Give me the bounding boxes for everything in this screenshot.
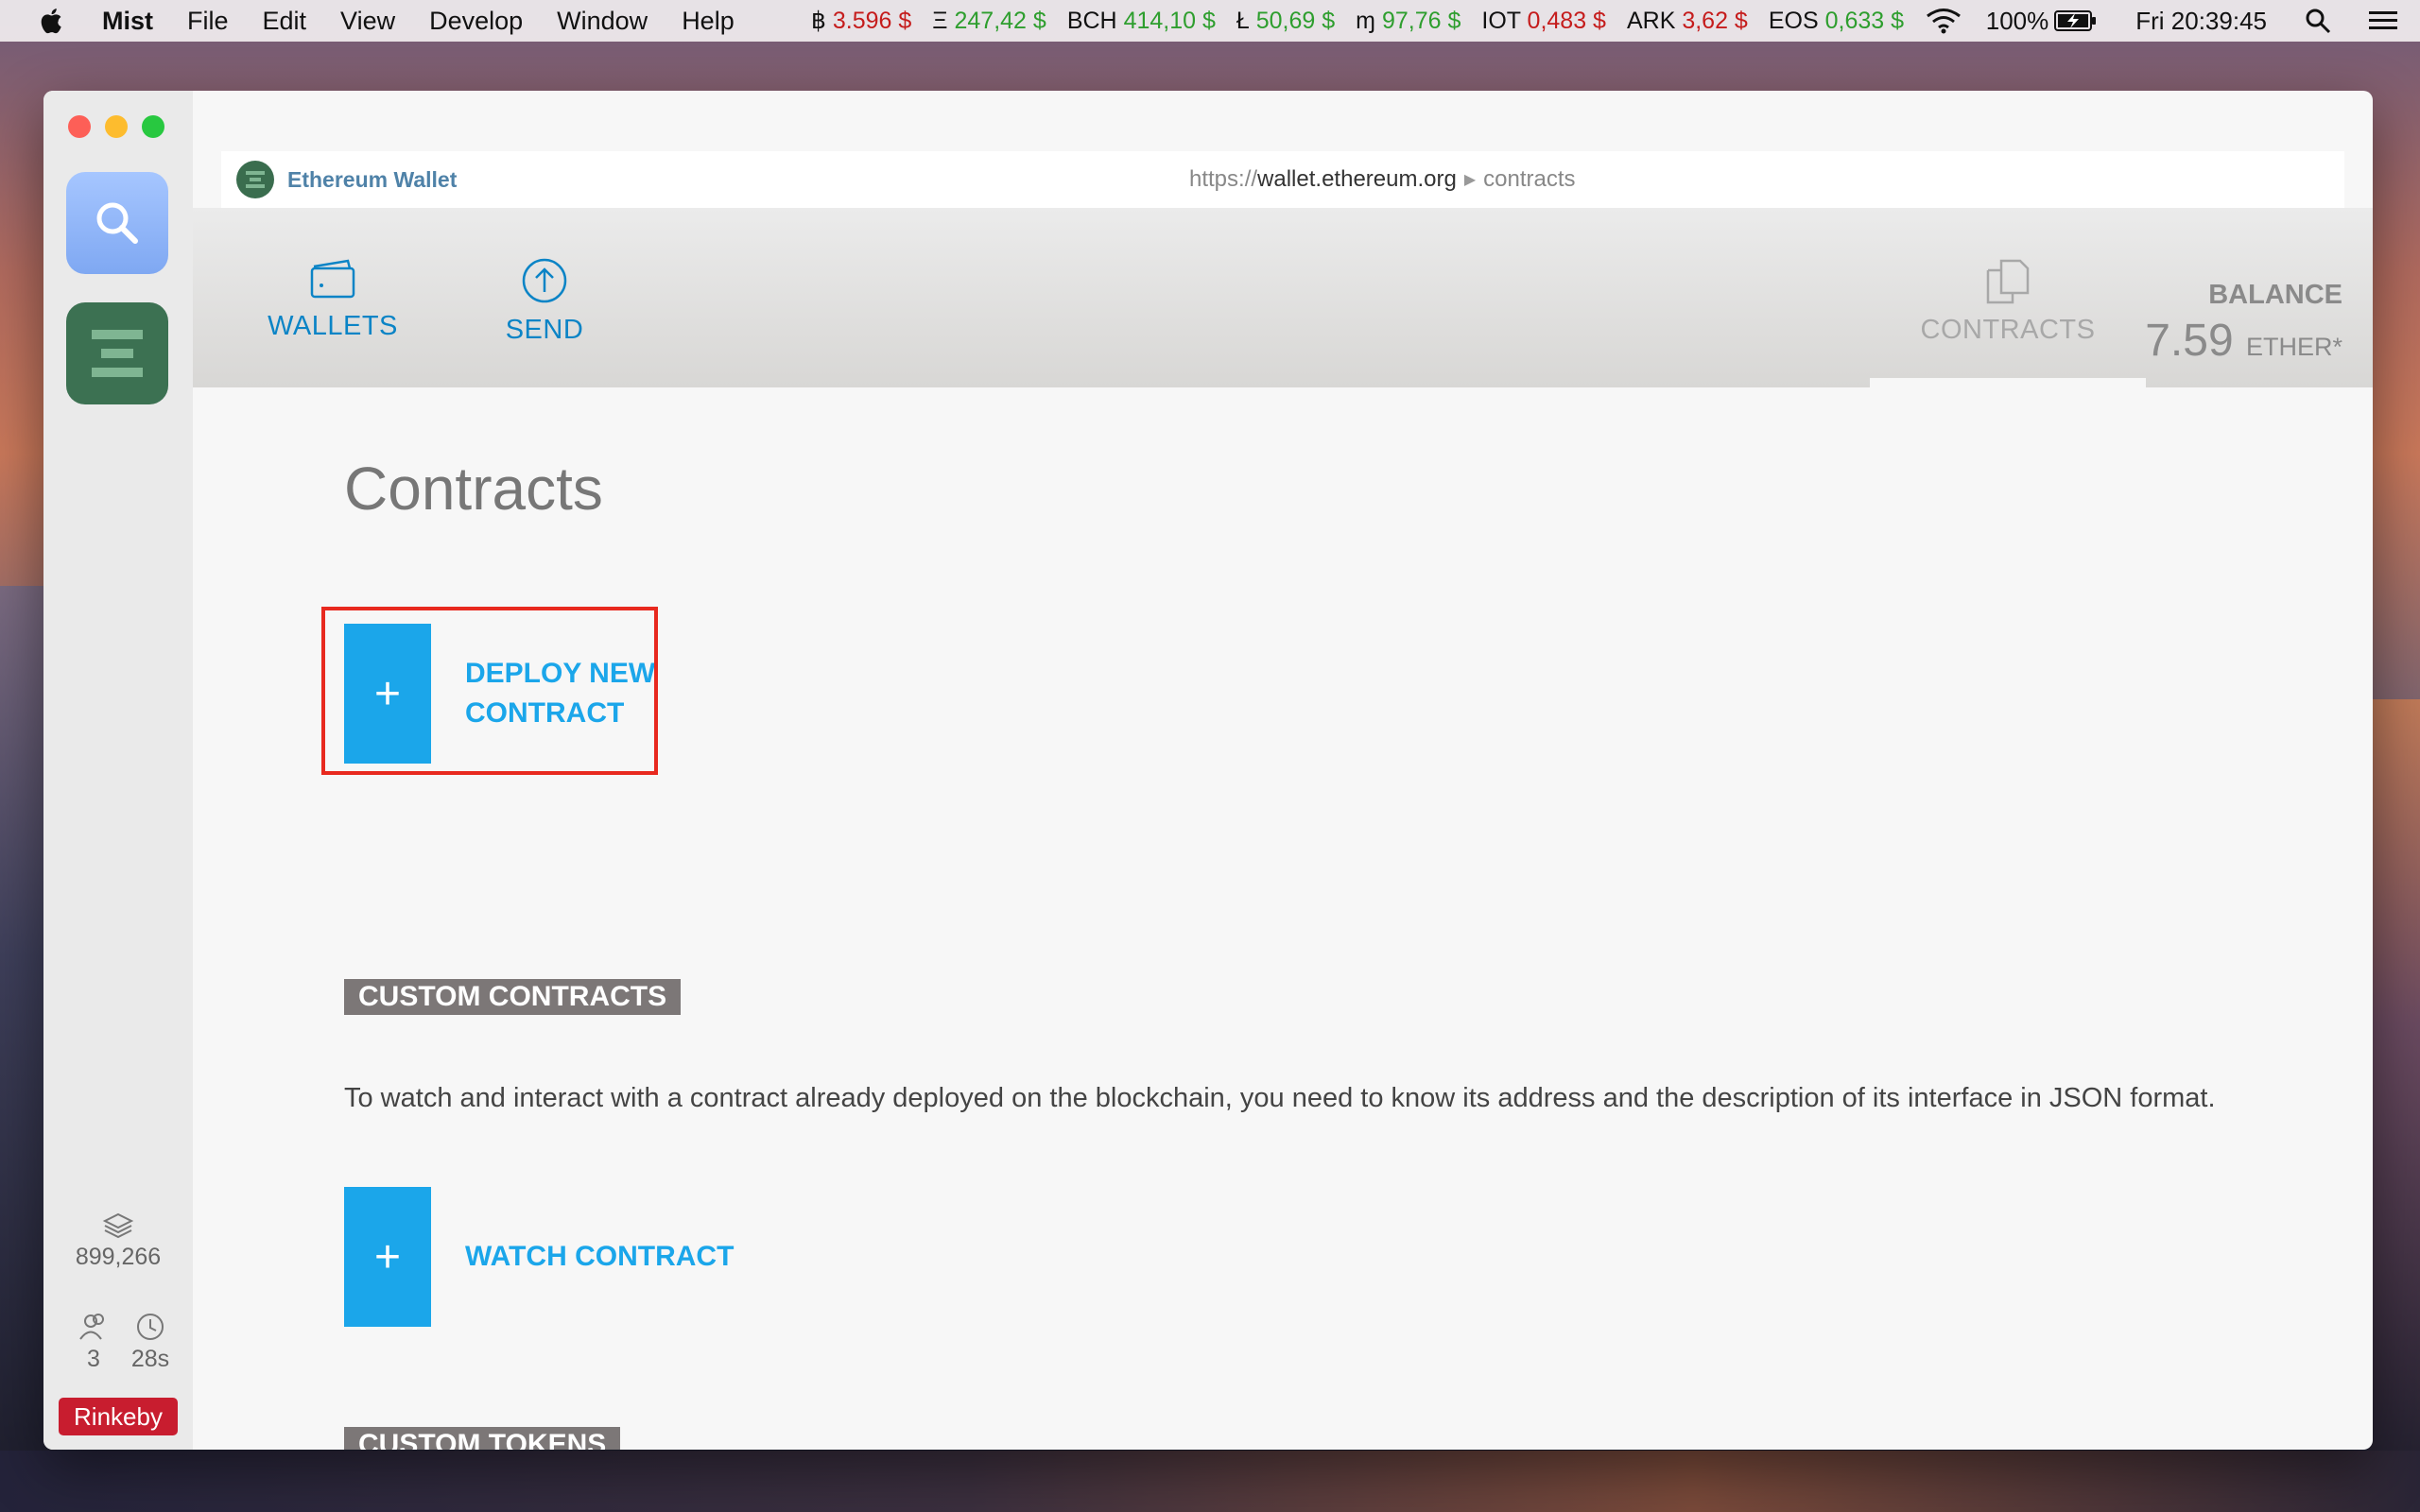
tab-send[interactable]: SEND — [488, 257, 601, 346]
network-badge: Rinkeby — [59, 1398, 178, 1435]
menu-help[interactable]: Help — [682, 7, 735, 36]
window-zoom-button[interactable] — [142, 115, 164, 138]
menu-develop[interactable]: Develop — [429, 7, 523, 36]
documents-icon — [1986, 259, 2030, 304]
tab-send-label: SEND — [505, 315, 584, 345]
tab-wallets-label: WALLETS — [268, 311, 398, 341]
battery-percent: 100% — [1985, 6, 2049, 35]
block-number: 899,266 — [75, 1244, 162, 1270]
balance-display: BALANCE 7.59 ETHER* — [2145, 280, 2342, 367]
page-title: Contracts — [344, 455, 603, 523]
sidebar: 899,266 3 28s Rinkeby — [43, 91, 193, 1450]
window-close-button[interactable] — [68, 115, 91, 138]
custom-contracts-heading: CUSTOM CONTRACTS — [344, 979, 682, 1015]
spotlight-search-icon[interactable] — [2305, 8, 2331, 34]
layers-icon — [102, 1212, 134, 1239]
menu-status-area: 100% Fri 20:39:45 — [1901, 0, 2397, 42]
ticker-ark[interactable]: ARK 3,62 $ — [1627, 8, 1748, 35]
ticker-eos[interactable]: EOS 0,633 $ — [1769, 8, 1904, 35]
ticker-btc[interactable]: ฿ 3.596 $ — [811, 7, 911, 35]
plus-icon: + — [344, 1187, 431, 1327]
balance-value: 7.59 — [2145, 316, 2234, 366]
peers-icon — [79, 1314, 104, 1340]
wallet-icon — [310, 259, 355, 299]
tab-contracts-label: CONTRACTS — [1920, 315, 2096, 345]
battery-icon[interactable] — [2054, 9, 2098, 32]
menu-view[interactable]: View — [340, 7, 395, 36]
custom-contracts-description: To watch and interact with a contract al… — [344, 1083, 2216, 1113]
search-icon — [96, 202, 138, 244]
menu-clock[interactable]: Fri 20:39:45 — [2135, 7, 2267, 36]
block-info: 899,266 — [43, 1211, 193, 1271]
balance-unit: ETHER* — [2245, 333, 2342, 361]
url-host: wallet.ethereum.org — [1257, 166, 1457, 192]
ethereum-wallet-favicon — [236, 161, 274, 198]
menu-bar: Mist File Edit View Develop Window Help … — [0, 0, 2420, 42]
wallet-header: WALLETS SEND CONTRACTS BALANCE 7.59 ETHE… — [193, 208, 2373, 387]
ticker-xmr[interactable]: ɱ 97,76 $ — [1356, 8, 1461, 35]
menu-list-icon[interactable] — [2369, 9, 2397, 32]
arrow-up-circle-icon — [522, 258, 567, 303]
balance-amount: 7.59 ETHER* — [2145, 315, 2342, 367]
clock-icon — [137, 1314, 164, 1340]
window-minimize-button[interactable] — [105, 115, 128, 138]
url-protocol: https:// — [1189, 166, 1258, 192]
wifi-icon[interactable] — [1926, 8, 1962, 34]
sidebar-browser-tab[interactable] — [66, 172, 168, 274]
custom-tokens-heading: CUSTOM TOKENS — [344, 1427, 621, 1450]
ticker-bch[interactable]: BCH 414,10 $ — [1067, 8, 1216, 35]
active-tab-indicator — [1870, 378, 2146, 387]
menu-edit[interactable]: Edit — [263, 7, 307, 36]
apple-menu-icon[interactable] — [36, 6, 64, 36]
highlight-box — [321, 607, 658, 775]
menu-app-name[interactable]: Mist — [102, 7, 153, 36]
url-path: contracts — [1483, 166, 1576, 192]
watch-contract-button[interactable]: + WATCH CONTRACT — [344, 1187, 734, 1327]
url-page-title: Ethereum Wallet — [287, 166, 458, 192]
balance-label: BALANCE — [2208, 280, 2342, 310]
menu-window[interactable]: Window — [557, 7, 648, 36]
desktop-wallpaper-bottom — [0, 1451, 2420, 1512]
peer-count: 3 — [87, 1346, 100, 1372]
mist-window: 899,266 3 28s Rinkeby Ethereum Wallet ht… — [43, 91, 2373, 1450]
tab-contracts[interactable]: CONTRACTS — [1870, 257, 2146, 346]
chevron-right-icon: ▶ — [1463, 172, 1477, 188]
desktop-wallpaper-right — [2368, 699, 2420, 1512]
crypto-ticker-bar: ฿ 3.596 $ Ξ 247,42 $ BCH 414,10 $ Ł 50,6… — [811, 0, 1925, 42]
ticker-iot[interactable]: IOT 0,483 $ — [1481, 8, 1606, 35]
menu-file[interactable]: File — [187, 7, 229, 36]
ticker-eth[interactable]: Ξ 247,42 $ — [932, 8, 1046, 35]
ticker-ltc[interactable]: Ł 50,69 $ — [1236, 8, 1335, 35]
url-bar[interactable]: Ethereum Wallet https:// wallet.ethereum… — [221, 151, 2344, 208]
contracts-page: Contracts + DEPLOY NEW CONTRACT CUSTOM C… — [193, 387, 2373, 1450]
tab-wallets[interactable]: WALLETS — [248, 257, 418, 342]
last-block-time: 28s — [130, 1346, 170, 1372]
sidebar-wallet-tab[interactable] — [66, 302, 168, 404]
ethereum-wallet-logo-icon — [92, 330, 143, 377]
url-address[interactable]: https:// wallet.ethereum.org ▶ contracts — [1189, 151, 1576, 208]
time-info: 28s — [113, 1312, 187, 1373]
watch-contract-label: WATCH CONTRACT — [465, 1241, 735, 1272]
